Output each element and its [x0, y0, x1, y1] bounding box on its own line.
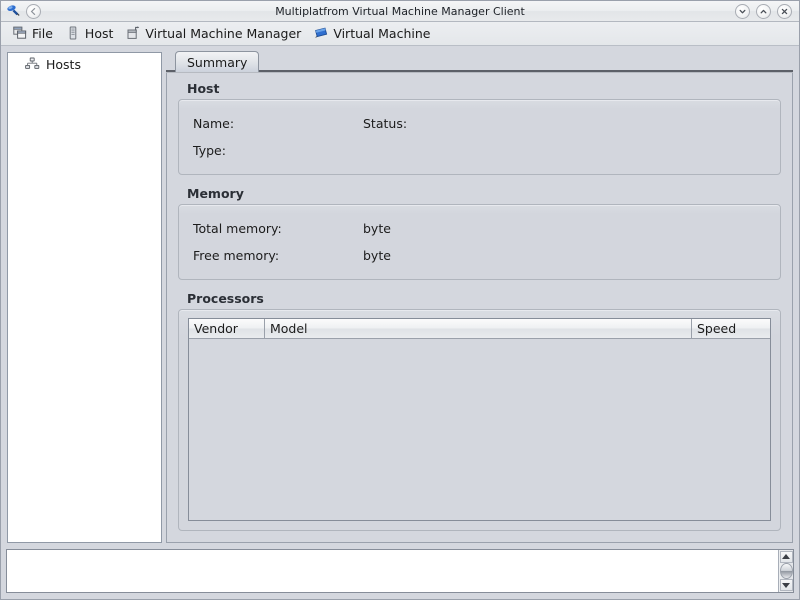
- hosts-tree-panel[interactable]: Hosts: [7, 52, 162, 543]
- host-status-label: Status:: [363, 116, 408, 131]
- column-header-vendor[interactable]: Vendor: [189, 319, 265, 339]
- window-controls: [735, 3, 799, 19]
- total-memory-label: Total memory:: [193, 221, 282, 236]
- close-x-icon[interactable]: [777, 3, 792, 19]
- column-header-model[interactable]: Model: [265, 319, 692, 339]
- menu-item-host-label: Host: [84, 25, 114, 41]
- application-window: Multiplatfrom Virtual Machine Manager Cl…: [0, 0, 800, 600]
- processors-table-header: Vendor Model Speed: [189, 319, 770, 339]
- tab-strip: Summary: [166, 50, 793, 73]
- menu-bar: File Host Virtual Machine Manager Virtua…: [1, 22, 799, 46]
- free-memory-value: byte: [363, 248, 391, 263]
- host-row-name-status: Name: Status:: [179, 110, 780, 137]
- right-pane: Summary Host Name: Status: Type: Memory …: [166, 50, 793, 543]
- host-group-title: Host: [187, 81, 220, 96]
- menu-item-vmm-label: Virtual Machine Manager: [145, 25, 302, 41]
- summary-tab-content: Host Name: Status: Type: Memory Total me…: [166, 72, 793, 543]
- processors-table-body[interactable]: [189, 339, 770, 520]
- tree-item-hosts-label: Hosts: [46, 57, 81, 72]
- manager-box-icon: [126, 26, 140, 40]
- column-header-speed[interactable]: Speed: [692, 319, 770, 339]
- menu-item-host[interactable]: Host: [60, 24, 120, 44]
- plug-icon: [6, 4, 22, 18]
- memory-group-box: Total memory: byte Free memory: byte: [178, 204, 781, 280]
- scroll-thumb[interactable]: [779, 562, 793, 580]
- triangle-down-icon[interactable]: [779, 579, 793, 592]
- free-memory-label: Free memory:: [193, 248, 280, 263]
- main-body: Hosts Summary Host Name: Status: Type: M…: [1, 46, 799, 545]
- tab-summary[interactable]: Summary: [175, 51, 260, 72]
- log-panel[interactable]: [6, 549, 794, 593]
- menu-item-file[interactable]: File: [7, 24, 60, 44]
- host-type-label: Type:: [193, 143, 226, 158]
- back-circle-icon[interactable]: [26, 3, 41, 19]
- server-icon: [66, 26, 80, 40]
- tab-underline: [166, 70, 793, 73]
- tab-summary-label: Summary: [187, 54, 248, 70]
- tree-item-hosts[interactable]: Hosts: [8, 53, 161, 76]
- processors-group-box: Vendor Model Speed: [178, 309, 781, 531]
- menu-item-vm-label: Virtual Machine: [333, 25, 431, 41]
- log-text-area[interactable]: [7, 550, 778, 592]
- host-name-label: Name:: [193, 116, 235, 131]
- memory-row-free: Free memory: byte: [179, 242, 780, 269]
- log-panel-wrapper: [1, 545, 799, 599]
- triangle-up-icon[interactable]: [779, 551, 793, 563]
- title-bar: Multiplatfrom Virtual Machine Manager Cl…: [1, 1, 799, 22]
- hosts-network-icon: [24, 57, 40, 72]
- menu-item-file-label: File: [32, 25, 53, 41]
- host-group-box: Name: Status: Type:: [178, 99, 781, 175]
- menu-item-virtual-machine[interactable]: Virtual Machine: [308, 24, 437, 44]
- total-memory-value: byte: [363, 221, 391, 236]
- windows-stack-icon: [13, 26, 27, 40]
- memory-row-total: Total memory: byte: [179, 215, 780, 242]
- window-title: Multiplatfrom Virtual Machine Manager Cl…: [275, 5, 525, 18]
- chevron-up-icon[interactable]: [756, 3, 771, 19]
- blue-monitor-icon: [314, 26, 328, 40]
- host-row-type: Type:: [179, 137, 780, 164]
- log-vertical-scrollbar[interactable]: [778, 550, 793, 592]
- menu-item-virtual-machine-manager[interactable]: Virtual Machine Manager: [120, 24, 308, 44]
- title-bar-left-controls: [1, 3, 41, 19]
- processors-table[interactable]: Vendor Model Speed: [188, 318, 771, 521]
- memory-group-title: Memory: [187, 186, 244, 201]
- chevron-down-icon[interactable]: [735, 3, 750, 19]
- processors-group-title: Processors: [187, 291, 264, 306]
